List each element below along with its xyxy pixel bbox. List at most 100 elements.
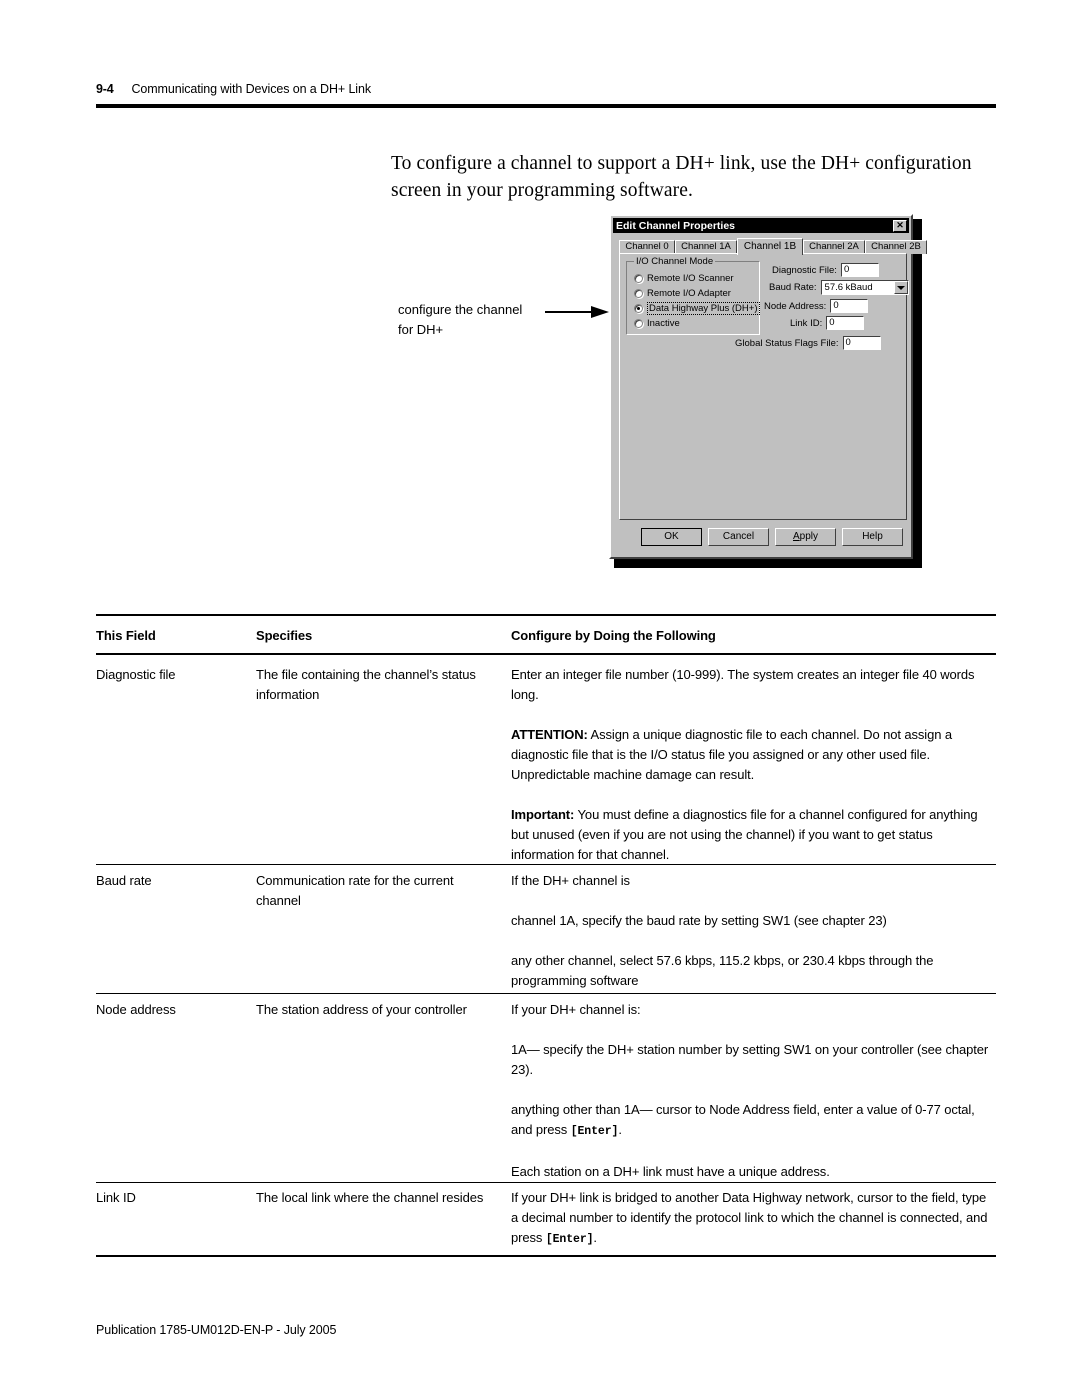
intro-paragraph: To configure a channel to support a DH+ … (391, 153, 972, 201)
baud-rate-label: Baud Rate: (769, 282, 817, 293)
page-header: 9-4 Communicating with Devices on a DH+ L… (96, 80, 996, 104)
baud-rate-row: Baud Rate: 57.6 kBaud (769, 280, 909, 295)
configure-paragraph-4: Each station on a DH+ link must have a u… (511, 1164, 830, 1179)
link-id-text-b: . (593, 1230, 597, 1245)
help-button[interactable]: Help (842, 528, 903, 546)
dialog-button-bar: OK Cancel Apply Help (619, 528, 907, 550)
cancel-button[interactable]: Cancel (708, 528, 769, 546)
node-address-row: Node Address: 0 (764, 299, 869, 313)
cell-specifies: The station address of your controller (256, 1002, 467, 1017)
configure-paragraph-1: If the DH+ channel is (511, 873, 630, 888)
arrow-head (591, 306, 609, 318)
configure-paragraph-2: ATTENTION: Assign a unique diagnostic fi… (511, 725, 996, 785)
tab-channel-2a[interactable]: Channel 2A (803, 240, 865, 254)
apply-rest: pply (799, 531, 819, 542)
radio-label: Remote I/O Scanner (647, 273, 734, 284)
table-row-divider-2 (96, 993, 996, 994)
cell-field: Node address (96, 1002, 176, 1017)
node-address-label: Node Address: (764, 300, 827, 312)
configure-paragraph-1: If your DH+ channel is: (511, 1002, 641, 1017)
close-icon[interactable]: ✕ (893, 219, 907, 232)
table-row-baud-rate: Baud rate Communication rate for the cur… (96, 871, 996, 988)
table-header-row: This Field Specifies Configure by Doing … (96, 628, 996, 650)
cell-specifies: The local link where the channel resides (256, 1190, 484, 1205)
running-head: Communicating with Devices on a DH+ Link (131, 82, 371, 96)
diagnostic-file-row: Diagnostic File: 0 (772, 263, 879, 277)
cell-configure: If your DH+ link is bridged to another D… (511, 1188, 996, 1250)
link-id-row: Link ID: 0 (790, 316, 865, 330)
column-header-configure: Configure by Doing the Following (511, 628, 716, 643)
configure-paragraph-2: channel 1A, specify the baud rate by set… (511, 913, 887, 928)
tab-channel-2b[interactable]: Channel 2B (865, 240, 927, 254)
radio-label: Inactive (647, 318, 680, 329)
page-number: 9-4 (96, 82, 114, 96)
configure-paragraph-3: Important: You must define a diagnostics… (511, 805, 996, 865)
chevron-down-icon[interactable] (893, 281, 908, 294)
header-divider (96, 104, 996, 108)
table-bottom-rule (96, 1255, 996, 1257)
edit-channel-properties-dialog: Edit Channel Properties ✕ Channel 0 Chan… (609, 214, 927, 559)
configure-paragraph-1: Enter an integer file number (10-999). T… (511, 667, 975, 702)
io-channel-mode-legend: I/O Channel Mode (634, 256, 716, 267)
node-address-input[interactable]: 0 (830, 299, 869, 313)
cell-field: Diagnostic file (96, 667, 176, 682)
table-row-link-id: Link ID The local link where the channel… (96, 1188, 996, 1258)
table-row-diagnostic-file: Diagnostic file The file containing the … (96, 665, 996, 862)
ok-button[interactable]: OK (641, 528, 702, 546)
enter-key-label: [Enter] (545, 1233, 594, 1246)
dialog-title: Edit Channel Properties (616, 219, 736, 232)
configure-paragraph-2: 1A— specify the DH+ station number by se… (511, 1042, 989, 1077)
callout-line-1: configure the channel (398, 302, 523, 317)
node-address-text-b: . (618, 1122, 622, 1137)
channel-1b-panel: I/O Channel Mode Remote I/O Scanner Remo… (619, 253, 909, 520)
link-id-label: Link ID: (790, 317, 823, 329)
baud-rate-value: 57.6 kBaud (824, 282, 873, 293)
page-footer: Publication 1785-UM012D-EN-P - July 2005 (96, 1323, 337, 1337)
radio-icon-selected (634, 304, 643, 313)
table-row-node-address: Node address The station address of your… (96, 1000, 996, 1179)
channel-tabstrip: Channel 0 Channel 1A Channel 1B Channel … (619, 238, 927, 255)
enter-key-label: [Enter] (570, 1125, 619, 1138)
attention-lead: ATTENTION: (511, 727, 588, 742)
arrow-shaft (545, 311, 593, 313)
table-top-rule (96, 614, 996, 616)
configure-paragraph-3: any other channel, select 57.6 kbps, 115… (511, 953, 934, 988)
baud-rate-select[interactable]: 57.6 kBaud (820, 280, 909, 295)
radio-icon (634, 319, 643, 328)
io-channel-mode-group: I/O Channel Mode Remote I/O Scanner Remo… (626, 256, 760, 335)
radio-label: Remote I/O Adapter (647, 288, 731, 299)
configure-paragraph-3: anything other than 1A— cursor to Node A… (511, 1100, 996, 1142)
callout-arrow-icon (545, 306, 611, 318)
tab-channel-0[interactable]: Channel 0 (619, 240, 675, 254)
important-lead: Important: (511, 807, 575, 822)
tab-channel-1a[interactable]: Channel 1A (675, 240, 737, 254)
callout-line-2: for DH+ (398, 322, 444, 337)
table-row-divider-1 (96, 864, 996, 865)
configure-paragraph-1: If your DH+ link is bridged to another D… (511, 1188, 996, 1250)
radio-icon (634, 274, 643, 283)
radio-icon (634, 289, 643, 298)
important-text: You must define a diagnostics file for a… (511, 807, 978, 862)
radio-inactive[interactable]: Inactive (634, 318, 680, 329)
table-header-rule (96, 653, 996, 655)
global-status-flags-label: Global Status Flags File: (735, 337, 839, 349)
radio-remote-io-scanner[interactable]: Remote I/O Scanner (634, 273, 734, 284)
diagnostic-file-input[interactable]: 0 (840, 263, 879, 277)
cell-field: Baud rate (96, 873, 152, 888)
global-status-flags-row: Global Status Flags File: 0 (735, 336, 881, 350)
apply-mnemonic: A (792, 531, 800, 542)
link-id-input[interactable]: 0 (826, 316, 865, 330)
radio-remote-io-adapter[interactable]: Remote I/O Adapter (634, 288, 731, 299)
cell-field: Link ID (96, 1190, 136, 1205)
global-status-flags-input[interactable]: 0 (842, 336, 881, 350)
cell-specifies: The file containing the channel’s status… (256, 667, 476, 702)
apply-button[interactable]: Apply (775, 528, 836, 546)
radio-label: Data Highway Plus (DH+) (647, 302, 760, 315)
dialog-titlebar: Edit Channel Properties ✕ (613, 218, 909, 233)
tab-channel-1b[interactable]: Channel 1B (737, 238, 803, 255)
column-header-field: This Field (96, 628, 156, 643)
radio-data-highway-plus[interactable]: Data Highway Plus (DH+) (634, 302, 760, 315)
cell-configure: If your DH+ channel is: 1A— specify the … (511, 1000, 996, 1182)
column-header-specifies: Specifies (256, 628, 313, 643)
cell-specifies: Communication rate for the current chann… (256, 873, 454, 908)
